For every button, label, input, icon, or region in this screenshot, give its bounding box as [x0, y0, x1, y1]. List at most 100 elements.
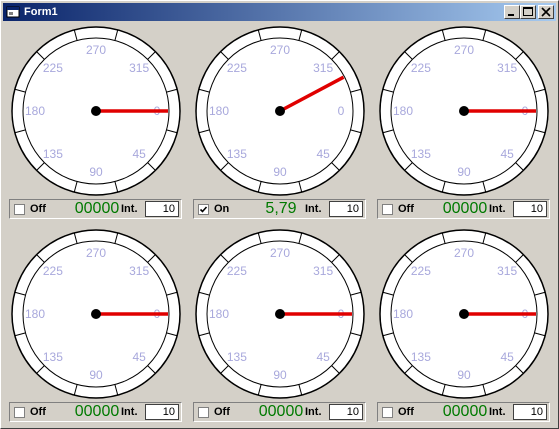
gauge-label: 90 [273, 165, 287, 179]
window-title: Form1 [24, 6, 58, 18]
gauge-label: 135 [227, 350, 247, 364]
title-bar[interactable]: Form1 [3, 3, 556, 21]
gauge-5-interval-input[interactable]: 10 [329, 404, 363, 420]
gauge-label: 135 [227, 147, 247, 161]
maximize-button[interactable] [520, 5, 536, 19]
gauge-label: 45 [132, 350, 146, 364]
gauge-label: 135 [43, 350, 63, 364]
gauge-4-state-label: Off [30, 406, 46, 418]
gauge-label: 180 [393, 307, 413, 321]
gauge-4: 27031504590135180225 [11, 229, 181, 399]
gauge-3: 27031504590135180225 [379, 26, 549, 196]
gauge-3-checkbox[interactable] [382, 204, 393, 215]
gauge-4-interval-input[interactable]: 10 [145, 404, 179, 420]
gauge-4-int-label: Int. [121, 406, 138, 418]
minimize-button[interactable] [504, 5, 520, 19]
gauge-4-controls: Off 00000 Int. 10 [9, 402, 182, 422]
maximize-icon [523, 7, 533, 16]
close-button[interactable] [538, 5, 554, 19]
gauge-2-controls: On 5,79 Int. 10 [193, 199, 366, 219]
gauge-label: 270 [454, 43, 474, 57]
gauge-label: 45 [316, 350, 330, 364]
app-icon [6, 6, 20, 18]
gauge-label: 180 [25, 104, 45, 118]
minimize-icon [508, 14, 514, 16]
check-icon [15, 205, 24, 214]
gauge-6: 27031504590135180225 [379, 229, 549, 399]
check-icon [383, 205, 392, 214]
gauge-label: 270 [270, 43, 290, 57]
gauge-label: 270 [270, 246, 290, 260]
gauge-label: 315 [129, 61, 149, 75]
gauge-3-interval-input[interactable]: 10 [513, 201, 547, 217]
gauge-label: 225 [227, 264, 247, 278]
gauge-label: 0 [338, 104, 345, 118]
gauge-label: 315 [313, 61, 333, 75]
gauge-6-int-label: Int. [489, 406, 506, 418]
gauge-hub [459, 106, 469, 116]
gauge-5-checkbox[interactable] [198, 407, 209, 418]
gauge-2-int-label: Int. [305, 203, 322, 215]
gauge-6-state-label: Off [398, 406, 414, 418]
check-icon [199, 408, 208, 417]
close-icon [541, 7, 551, 17]
gauge-label: 180 [25, 307, 45, 321]
gauge-label: 270 [86, 246, 106, 260]
gauge-1-state-label: Off [30, 203, 46, 215]
gauge-label: 90 [457, 368, 471, 382]
gauge-6-controls: Off 00000 Int. 10 [377, 402, 550, 422]
gauge-label: 45 [316, 147, 330, 161]
gauge-2-checkbox[interactable] [198, 204, 209, 215]
gauge-label: 225 [227, 61, 247, 75]
gauge-label: 225 [411, 264, 431, 278]
gauge-hub [91, 106, 101, 116]
check-icon [199, 206, 208, 213]
main-window: Form1 270 315 0 45 90 135 180 225 270 315 0 45 90 13… [0, 0, 559, 429]
gauge-label: 270 [86, 43, 106, 57]
gauge-label: 315 [129, 264, 149, 278]
gauge-label: 315 [497, 61, 517, 75]
gauge-2: 270 315 0 45 90 135 180 225 [195, 26, 365, 196]
gauge-3-state-label: Off [398, 203, 414, 215]
gauge-label: 225 [411, 61, 431, 75]
gauge-label: 180 [209, 307, 229, 321]
gauge-label: 90 [457, 165, 471, 179]
check-icon [15, 408, 24, 417]
gauge-5-state-label: Off [214, 406, 230, 418]
gauge-label: 315 [497, 264, 517, 278]
gauge-label: 180 [393, 104, 413, 118]
gauge-1-controls: Off 00000 Int. 10 [9, 199, 182, 219]
gauge-1-int-label: Int. [121, 203, 138, 215]
gauge-6-interval-input[interactable]: 10 [513, 404, 547, 420]
gauge-label: 135 [411, 350, 431, 364]
gauge-5-controls: Off 00000 Int. 10 [193, 402, 366, 422]
gauge-hub [91, 309, 101, 319]
gauge-5-int-label: Int. [305, 406, 322, 418]
gauge-label: 225 [43, 264, 63, 278]
gauge-label: 270 [454, 246, 474, 260]
gauge-label: 180 [209, 104, 229, 118]
gauge-4-checkbox[interactable] [14, 407, 25, 418]
gauge-hub [459, 309, 469, 319]
gauge-label: 90 [89, 165, 103, 179]
gauge-label: 315 [313, 264, 333, 278]
gauge-3-controls: Off 00000 Int. 10 [377, 199, 550, 219]
gauge-label: 90 [273, 368, 287, 382]
gauge-label: 225 [43, 61, 63, 75]
gauge-hub [275, 309, 285, 319]
gauge-label: 135 [411, 147, 431, 161]
gauge-1-interval-input[interactable]: 10 [145, 201, 179, 217]
gauge-2-interval-input[interactable]: 10 [329, 201, 363, 217]
gauge-6-checkbox[interactable] [382, 407, 393, 418]
gauge-label: 45 [500, 147, 514, 161]
gauge-1: 27031504590135180225 [11, 26, 181, 196]
gauge-label: 135 [43, 147, 63, 161]
gauge-1-checkbox[interactable] [14, 204, 25, 215]
gauge-hub [275, 106, 285, 116]
gauge-label: 90 [89, 368, 103, 382]
gauge-3-int-label: Int. [489, 203, 506, 215]
gauge-label: 45 [500, 350, 514, 364]
gauge-2-state-label: On [214, 203, 230, 215]
check-icon [383, 408, 392, 417]
gauge-label: 45 [132, 147, 146, 161]
